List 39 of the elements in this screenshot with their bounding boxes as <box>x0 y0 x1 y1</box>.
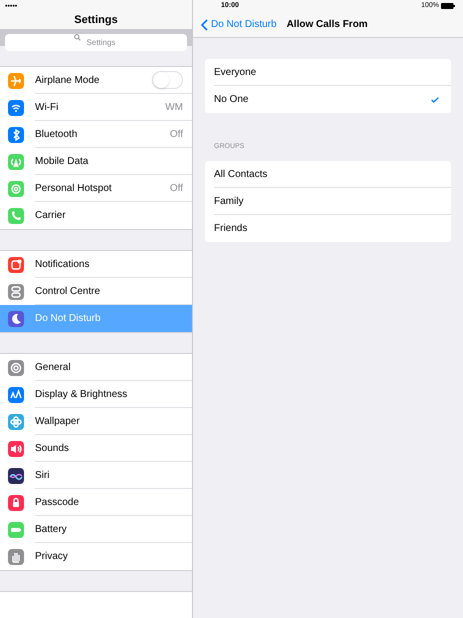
row-label: All Contacts <box>214 168 268 182</box>
row-value: WM <box>165 100 183 114</box>
search-field[interactable]: Settings <box>5 34 187 51</box>
battery-icon <box>441 3 455 9</box>
chevron-left-icon <box>201 18 208 30</box>
row-label: Everyone <box>214 66 256 80</box>
row-label: Airplane Mode <box>35 74 100 88</box>
row-label: Wi-Fi <box>35 100 58 114</box>
row-label: Carrier <box>35 209 66 223</box>
row-label: Do Not Disturb <box>35 312 101 326</box>
group-row[interactable]: Family <box>205 188 451 215</box>
row-label: Bluetooth <box>35 128 78 142</box>
row-label: Mobile Data <box>35 154 88 168</box>
row-label: Personal Hotspot <box>35 182 112 196</box>
search-icon <box>74 34 81 41</box>
row-label: Siri <box>35 468 50 482</box>
row-label: Notifications <box>35 258 90 272</box>
row-value: Off <box>170 182 183 196</box>
sidebar-title: Settings <box>74 13 118 28</box>
row-label: Friends <box>214 222 248 236</box>
checkmark-icon <box>431 96 439 102</box>
row-label: General <box>35 360 71 374</box>
group-row[interactable]: Friends <box>205 215 451 242</box>
page-title: Allow Calls From <box>286 18 368 32</box>
row-label: Passcode <box>35 496 79 510</box>
row-label: Wallpaper <box>35 414 80 428</box>
row-label: Display & Brightness <box>35 388 128 402</box>
option-row[interactable]: Everyone <box>205 59 451 86</box>
row-value: Off <box>170 128 183 142</box>
group-row[interactable]: All Contacts <box>205 161 451 188</box>
row-label: Privacy <box>35 550 68 564</box>
row-label: Control Centre <box>35 284 100 298</box>
row-label: Family <box>214 194 244 208</box>
option-row[interactable]: No One <box>205 86 451 113</box>
back-button[interactable]: Do Not Disturb <box>201 17 277 32</box>
row-label: Battery <box>35 522 67 536</box>
row-label: Sounds <box>35 442 69 456</box>
row-label: No One <box>214 93 248 107</box>
toggle-switch[interactable] <box>152 71 183 89</box>
